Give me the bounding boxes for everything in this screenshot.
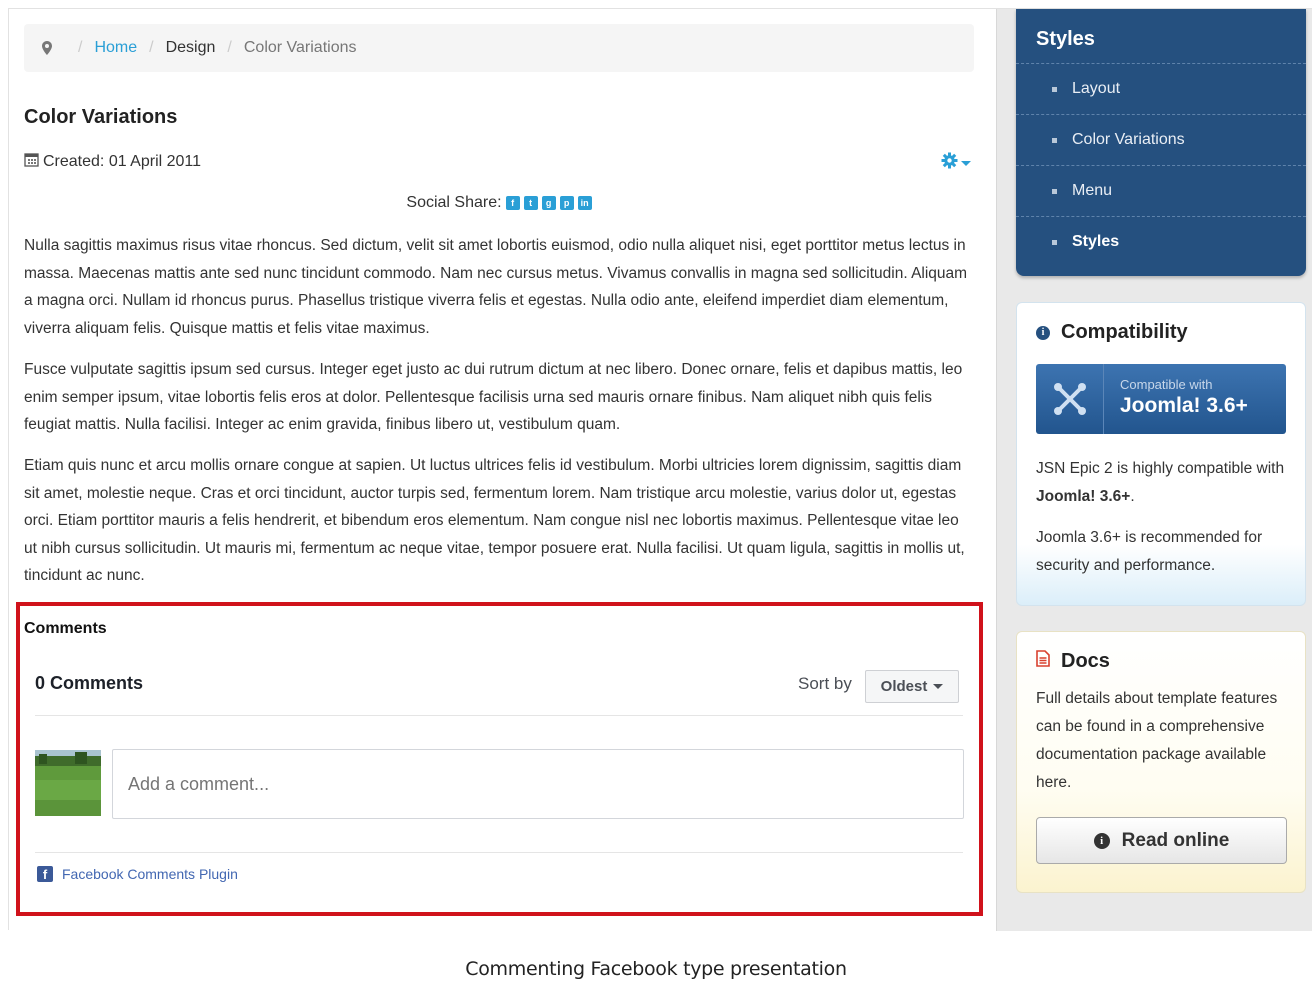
- compatibility-heading: i Compatibility: [1036, 321, 1188, 344]
- chevron-down-icon: [961, 160, 971, 166]
- docs-heading: Docs: [1036, 650, 1110, 673]
- comments-count: 0 Comments: [35, 673, 144, 693]
- docs-title: Docs: [1061, 650, 1110, 672]
- info-icon: i: [1036, 325, 1050, 340]
- breadcrumb-home-link[interactable]: Home: [94, 39, 137, 57]
- avatar: [35, 750, 101, 816]
- google-plus-icon[interactable]: g: [541, 196, 556, 210]
- facebook-icon[interactable]: f: [505, 196, 520, 210]
- breadcrumb-separator: /: [78, 39, 83, 56]
- breadcrumb-separator: /: [227, 39, 232, 56]
- caption: Commenting Facebook type presentation: [465, 958, 847, 980]
- main-content: / Home / Design / Color Variations Color…: [9, 9, 1004, 931]
- chevron-down-icon: [933, 684, 944, 689]
- pinterest-icon[interactable]: p: [559, 196, 574, 210]
- docs-panel: Docs Full details about template feature…: [1016, 631, 1306, 893]
- read-online-label: Read online: [1121, 829, 1230, 851]
- docs-text: Full details about template features can…: [1036, 690, 1278, 791]
- breadcrumb-section-link[interactable]: Design: [166, 39, 216, 57]
- calendar-icon: [24, 152, 39, 172]
- bullet-icon: [1052, 188, 1057, 194]
- sidebar-item-styles[interactable]: Styles: [1016, 216, 1306, 267]
- compat-text-pre: JSN Epic 2 is highly compatible with: [1036, 460, 1285, 477]
- breadcrumb-separator: /: [149, 39, 154, 56]
- sort-dropdown[interactable]: Oldest: [865, 670, 959, 703]
- joomla-icon: [1036, 364, 1104, 434]
- recommendation-text: Joomla 3.6+ is recommended for security …: [1036, 529, 1263, 574]
- article-paragraph: Nulla sagittis maximus risus vitae rhonc…: [24, 237, 968, 337]
- sort-value: Oldest: [880, 678, 928, 695]
- created-text: Created: 01 April 2011: [43, 153, 202, 170]
- divider: [35, 852, 963, 853]
- bullet-icon: [1052, 86, 1057, 92]
- comments-section: Comments 0 Comments Sort by Oldest Add a…: [16, 602, 983, 916]
- facebook-plugin-link[interactable]: f Facebook Comments Plugin: [37, 866, 238, 882]
- social-share: Social Share: f t g p in: [9, 194, 989, 212]
- linkedin-icon[interactable]: in: [577, 196, 592, 210]
- sidebar-item-label: Layout: [1072, 80, 1121, 97]
- styles-panel-title: Styles: [1036, 28, 1095, 50]
- created-date: Created: 01 April 2011: [24, 152, 201, 172]
- sidebar-item-label: Color Variations: [1072, 131, 1185, 148]
- sidebar-item-label: Styles: [1072, 233, 1120, 250]
- joomla-badge: Compatible with Joomla! 3.6+: [1036, 364, 1286, 434]
- badge-big-text: Joomla! 3.6+: [1120, 394, 1248, 417]
- bullet-icon: [1052, 239, 1057, 245]
- breadcrumb-current: Color Variations: [243, 39, 357, 56]
- compatibility-title: Compatibility: [1061, 321, 1188, 343]
- compat-text-post: .: [1130, 488, 1135, 505]
- sidebar-item-label: Menu: [1072, 182, 1113, 199]
- sidebar-item-layout[interactable]: Layout: [1016, 63, 1306, 114]
- compatibility-panel: i Compatibility Compatible with Joomla! …: [1016, 302, 1306, 606]
- plugin-link-text: Facebook Comments Plugin: [62, 866, 238, 882]
- facebook-icon: f: [37, 866, 53, 882]
- article-options-button[interactable]: [941, 152, 971, 174]
- article-paragraph: Etiam quis nunc et arcu mollis ornare co…: [24, 457, 965, 584]
- info-icon: i: [1093, 832, 1110, 849]
- social-share-label: Social Share:: [406, 194, 502, 211]
- read-online-button[interactable]: i Read online: [1036, 817, 1287, 864]
- sidebar-item-color-variations[interactable]: Color Variations: [1016, 114, 1306, 165]
- compat-text-bold: Joomla! 3.6+: [1036, 488, 1131, 505]
- page-frame: / Home / Design / Color Variations Color…: [8, 8, 1312, 931]
- bullet-icon: [1052, 137, 1057, 143]
- sort-label: Sort by: [798, 674, 852, 693]
- document-icon: [1036, 650, 1050, 673]
- styles-menu-panel: Styles Layout Color Variations Menu Styl…: [1016, 9, 1306, 276]
- badge-small-text: Compatible with: [1120, 377, 1213, 392]
- comments-heading: Comments: [24, 620, 107, 637]
- comment-input[interactable]: [112, 749, 964, 819]
- breadcrumb: / Home / Design / Color Variations: [24, 24, 974, 72]
- gear-icon: [941, 152, 958, 174]
- twitter-icon[interactable]: t: [523, 196, 538, 210]
- compatibility-text: JSN Epic 2 is highly compatible with Joo…: [1036, 455, 1291, 511]
- map-pin-icon: [42, 41, 52, 55]
- divider: [35, 715, 963, 716]
- sidebar: Styles Layout Color Variations Menu Styl…: [996, 9, 1312, 931]
- page-title: Color Variations: [24, 106, 178, 128]
- article-paragraph: Fusce vulputate sagittis ipsum sed cursu…: [24, 361, 963, 433]
- sidebar-item-menu[interactable]: Menu: [1016, 165, 1306, 216]
